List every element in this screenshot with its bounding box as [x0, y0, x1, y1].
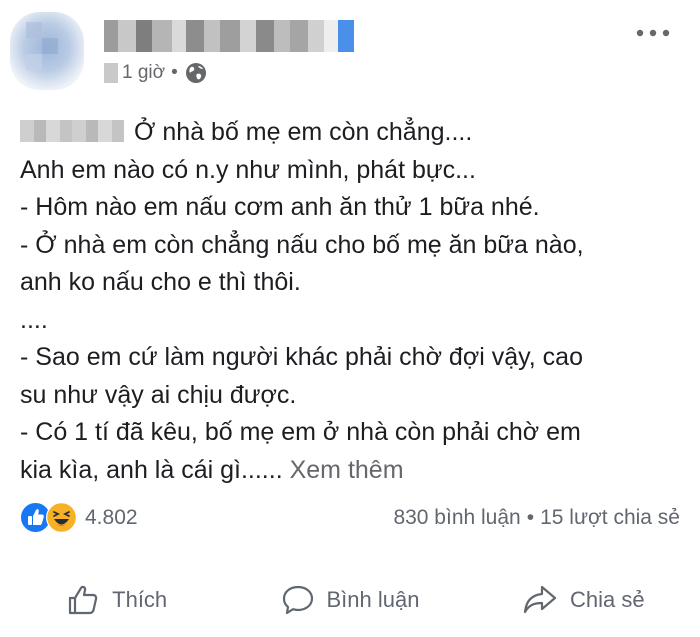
- post-line: - Có 1 tí đã kêu, bố mẹ em ở nhà còn phả…: [20, 418, 581, 446]
- post-time[interactable]: 1 giờ: [122, 62, 165, 84]
- thumbs-up-icon: [69, 585, 98, 615]
- globe-icon[interactable]: [185, 62, 207, 84]
- reactions-count: 4.802: [85, 505, 138, 529]
- see-more-link[interactable]: Xem thêm: [290, 456, 404, 484]
- post-line: anh ko nấu cho e thì thôi.: [20, 268, 301, 296]
- post-meta: 1 giờ •: [104, 60, 207, 86]
- redacted-mention: [20, 120, 124, 142]
- post-line: - Hôm nào em nấu cơm anh ăn thử 1 bữa nh…: [20, 193, 540, 221]
- post-line-text: Ở nhà bố mẹ em còn chẳng....: [134, 118, 473, 146]
- comments-count[interactable]: 830 bình luận: [393, 506, 520, 529]
- share-icon: [523, 585, 557, 614]
- shares-count[interactable]: 15 lượt chia sẻ: [540, 506, 680, 529]
- post-body: Ở nhà bố mẹ em còn chẳng.... Anh em nào …: [20, 114, 690, 489]
- avatar[interactable]: [4, 8, 90, 94]
- post-line: - Ở nhà em còn chẳng nấu cho bố mẹ ăn bữ…: [20, 230, 584, 259]
- post-stats: 4.802 830 bình luận • 15 lượt chia sẻ: [0, 498, 700, 538]
- post-line: su như vậy ai chịu được.: [20, 380, 297, 409]
- post-line-text: kia kìa, anh là cái gì......: [20, 455, 283, 484]
- post-line: - Sao em cứ làm người khác phải chờ đợi …: [20, 343, 583, 371]
- stats-separator: •: [526, 506, 535, 529]
- post-header: 1 giờ •: [0, 0, 700, 100]
- like-button[interactable]: Thích: [0, 572, 233, 628]
- post-line: Ở nhà bố mẹ em còn chẳng....: [20, 114, 690, 152]
- author-name-redacted[interactable]: [104, 20, 366, 52]
- meta-separator: •: [171, 62, 178, 83]
- haha-icon: [46, 502, 77, 533]
- action-bar: Thích Bình luận Chia sẻ: [0, 572, 700, 628]
- share-button[interactable]: Chia sẻ: [467, 572, 700, 628]
- engagement-counts: 830 bình luận • 15 lượt chia sẻ: [393, 506, 680, 530]
- comment-button[interactable]: Bình luận: [233, 572, 466, 628]
- meta-redacted: [104, 63, 118, 83]
- like-label: Thích: [112, 587, 168, 612]
- post-line: Anh em nào có n.y như mình, phát bực...: [20, 155, 476, 184]
- comment-label: Bình luận: [326, 587, 420, 612]
- comment-icon: [282, 585, 313, 615]
- post-line: kia kìa, anh là cái gì...... Xem thêm: [20, 452, 690, 490]
- share-label: Chia sẻ: [570, 587, 645, 612]
- post-line: ....: [20, 305, 48, 334]
- more-options-icon[interactable]: [636, 26, 670, 40]
- reactions-summary[interactable]: 4.802: [20, 502, 138, 533]
